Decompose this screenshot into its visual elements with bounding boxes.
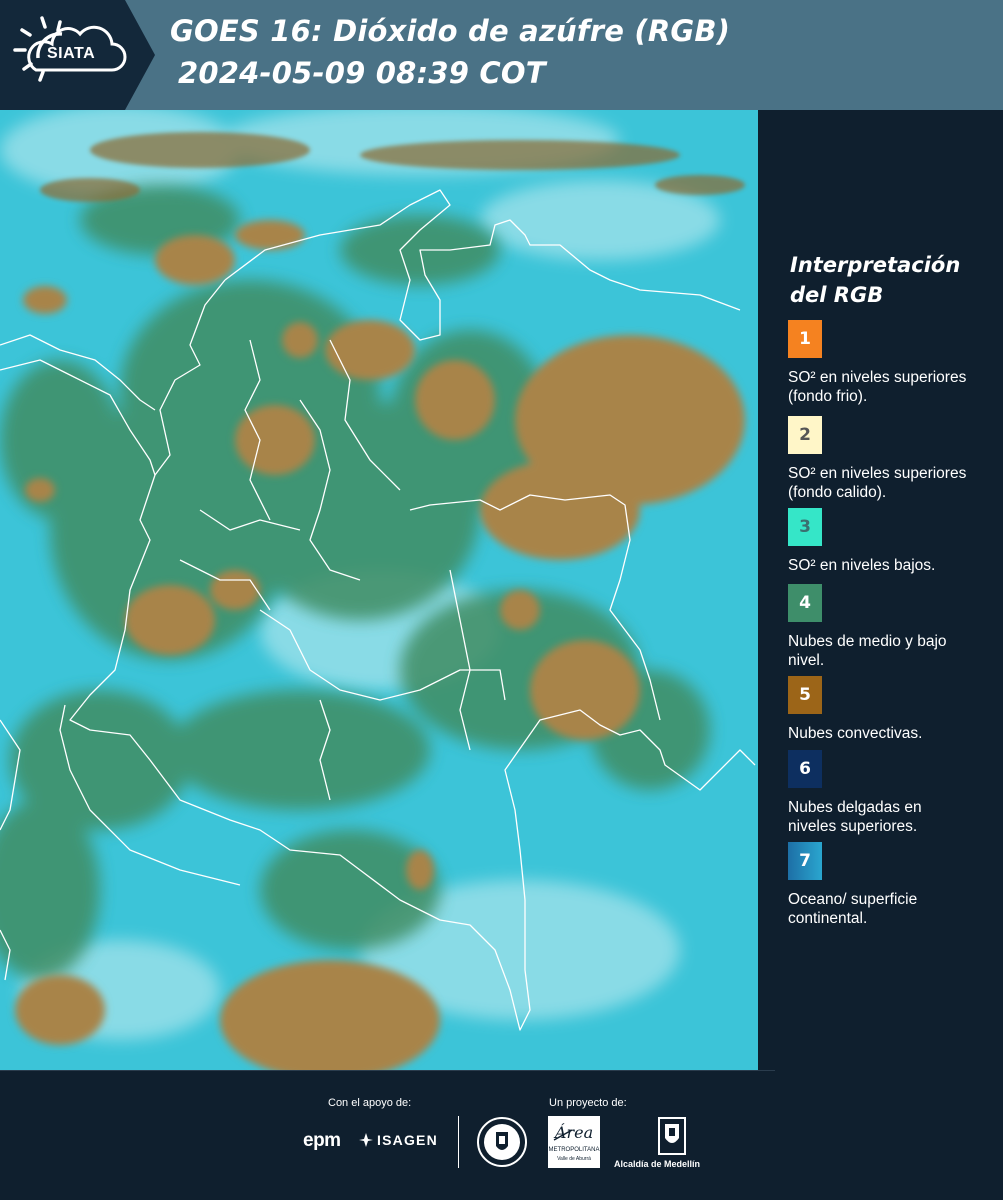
legend-title: Interpretación del RGB (790, 253, 961, 307)
legend-number: 4 (799, 593, 811, 613)
legend-swatch-3: 3 (788, 508, 822, 546)
header-bar: SIATA GOES 16: Dióxido de azúfre (RGB) 2… (0, 0, 1003, 110)
legend-swatch-2: 2 (788, 416, 822, 454)
legend-label-1: SO² en niveles superiores (fondo frio). (788, 369, 967, 405)
legend-swatch-5: 5 (788, 676, 822, 714)
siata-logo: SIATA (0, 0, 155, 110)
legend-number: 5 (799, 685, 811, 705)
legend-item-4: 4 Nubes de medio y bajo nivel. (788, 584, 998, 670)
legend-item-2: 2 SO² en niveles superiores (fondo calid… (788, 416, 998, 502)
page-timestamp: 2024-05-09 08:39 COT (178, 56, 546, 90)
area-metropolitana-logo: Área METROPOLITANA Valle de Aburrá (548, 1116, 600, 1173)
area-text: METROPOLITANA (548, 1147, 600, 1153)
footer-vertical-divider (458, 1116, 459, 1168)
legend-swatch-7: 7 (788, 842, 822, 880)
legend-label-4: Nubes de medio y bajo nivel. (788, 633, 947, 669)
area-subtext: Valle de Aburrá (557, 1156, 591, 1162)
footer-divider (0, 1070, 775, 1071)
footer: Con el apoyo de: Un proyecto de: epm ISA… (0, 1070, 1003, 1200)
legend-number: 1 (799, 329, 811, 349)
satellite-map (0, 110, 758, 1070)
legend-swatch-1: 1 (788, 320, 822, 358)
legend-panel: Interpretación del RGB 1 SO² en niveles … (760, 110, 1003, 1070)
isagen-text: ISAGEN (377, 1132, 438, 1148)
medellin-seal-logo (476, 1116, 528, 1173)
legend-number: 7 (799, 851, 811, 871)
legend-number: 3 (799, 517, 811, 537)
legend-label-7: Oceano/ superficie continental. (788, 891, 918, 927)
project-label: Un proyecto de: (549, 1097, 627, 1109)
legend-number: 2 (799, 425, 811, 445)
legend-item-7: 7 Oceano/ superficie continental. (788, 842, 998, 928)
page-title: GOES 16: Dióxido de azúfre (RGB) (170, 14, 731, 48)
isagen-logo: ISAGEN (358, 1132, 438, 1148)
alcaldia-logo: Alcaldía de Medellín (612, 1116, 702, 1169)
legend-label-2: SO² en niveles superiores (fondo calido)… (788, 465, 967, 501)
legend-swatch-4: 4 (788, 584, 822, 622)
legend-number: 6 (799, 759, 811, 779)
logo-text: SIATA (47, 45, 96, 62)
legend-label-3: SO² en niveles bajos. (788, 557, 936, 574)
legend-item-3: 3 SO² en niveles bajos. (788, 508, 998, 575)
legend-label-6: Nubes delgadas en niveles superiores. (788, 799, 922, 835)
legend-label-5: Nubes convectivas. (788, 725, 923, 742)
svg-text:Área: Área (553, 1122, 593, 1142)
epm-logo: epm (303, 1130, 341, 1151)
alcaldia-text: Alcaldía de Medellín (613, 1159, 701, 1169)
legend-item-5: 5 Nubes convectivas. (788, 676, 998, 743)
legend-item-1: 1 SO² en niveles superiores (fondo frio)… (788, 320, 998, 406)
legend-item-6: 6 Nubes delgadas en niveles superiores. (788, 750, 998, 836)
support-label: Con el apoyo de: (328, 1097, 412, 1109)
isagen-icon (359, 1133, 373, 1147)
legend-swatch-6: 6 (788, 750, 822, 788)
